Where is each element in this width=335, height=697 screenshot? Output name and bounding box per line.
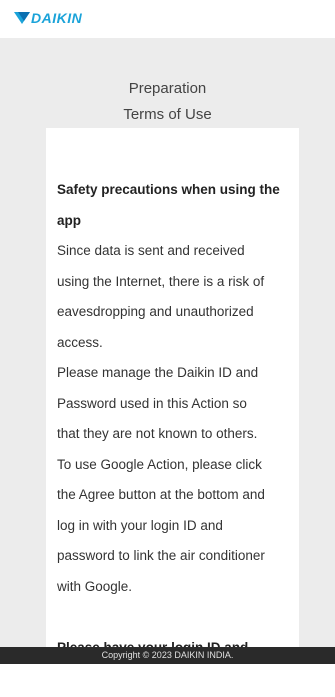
terms-body-line: using the Internet, there is a risk of xyxy=(57,273,265,289)
copyright-text: Copyright © 2023 DAIKIN INDIA. xyxy=(0,647,335,664)
app-footer: Copyright © 2023 DAIKIN INDIA. xyxy=(0,647,335,697)
terms-body-line: that they are not known to others. xyxy=(57,426,258,441)
terms-body-line: eavesdropping and unauthorized xyxy=(57,304,254,319)
daikin-logo[interactable]: DAIKIN xyxy=(14,10,82,26)
terms-body-line: log in with your login ID and xyxy=(57,517,223,533)
page-headings: Preparation Terms of Use xyxy=(0,76,335,128)
terms-body-line: with Google. xyxy=(57,578,133,594)
terms-body-line: To use Google Action, please click xyxy=(57,456,262,472)
terms-body-line: Since data is sent and received xyxy=(57,243,245,258)
daikin-logo-text: DAIKIN xyxy=(31,10,83,26)
login-section-title: Please have your login ID and xyxy=(57,639,249,648)
terms-of-use-heading: Terms of Use xyxy=(123,106,212,123)
terms-text: Safety precautions when using the app Si… xyxy=(57,175,292,647)
terms-body-line: the Agree button at the bottom and xyxy=(57,487,265,502)
safety-title-line-1: Safety precautions when using the xyxy=(57,182,280,197)
preparation-heading: Preparation xyxy=(128,80,207,97)
terms-body-line: access. xyxy=(57,334,103,350)
terms-body-line: Please manage the Daikin ID and xyxy=(57,365,259,380)
daikin-logo-icon xyxy=(14,12,30,24)
app-header: DAIKIN xyxy=(0,0,335,38)
safety-title-line-2: app xyxy=(57,212,82,228)
terms-card[interactable]: Safety precautions when using the app Si… xyxy=(46,128,299,647)
terms-body-line: password to link the air conditioner xyxy=(57,548,265,563)
main-content: Preparation Terms of Use Safety precauti… xyxy=(0,38,335,647)
terms-body-line: Password used in this Action so xyxy=(57,395,247,411)
